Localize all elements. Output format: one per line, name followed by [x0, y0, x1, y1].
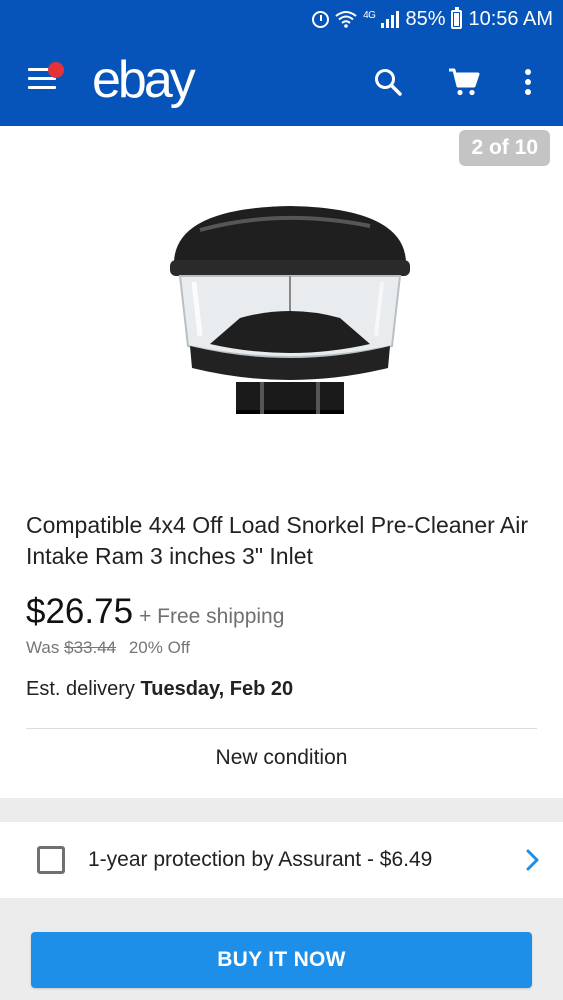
- was-price: $33.44: [64, 638, 117, 657]
- original-price-row: Was $33.44 20% Off: [26, 638, 190, 658]
- battery-fill: [454, 12, 460, 26]
- protection-plan-row[interactable]: 1-year protection by Assurant - $6.49: [0, 822, 563, 898]
- menu-button[interactable]: [28, 62, 64, 96]
- chevron-right-icon[interactable]: [525, 848, 541, 872]
- condition-label: New condition: [215, 746, 348, 769]
- alarm-icon: [312, 10, 330, 28]
- more-vert-icon: [525, 69, 531, 95]
- buy-it-now-button[interactable]: BUY IT NOW: [31, 932, 532, 988]
- price: $26.75: [26, 592, 134, 631]
- shipping-info: + Free shipping: [139, 605, 285, 628]
- delivery-prefix: Est. delivery: [26, 678, 135, 700]
- product-title: Compatible 4x4 Off Load Snorkel Pre-Clea…: [26, 512, 529, 569]
- network-type-label: 4G: [363, 9, 376, 21]
- image-gallery[interactable]: 2 of 10: [0, 126, 563, 496]
- battery-percent: 85%: [405, 7, 446, 30]
- battery-icon: [451, 6, 463, 29]
- delivery-date: Tuesday, Feb 20: [140, 678, 294, 700]
- was-label: Was: [26, 638, 60, 657]
- protection-checkbox[interactable]: [37, 846, 65, 874]
- signal-icon: [381, 10, 400, 28]
- cart-icon: [449, 68, 480, 96]
- notification-dot: [48, 62, 64, 78]
- discount-label: 20% Off: [128, 638, 190, 657]
- wifi-icon: [335, 11, 357, 28]
- menu-icon-line: [28, 86, 56, 89]
- image-counter: 2 of 10: [459, 130, 550, 166]
- search-button[interactable]: [368, 62, 408, 102]
- product-card: 2 of 10 Compatible 4x4 Off Load Snorkel …: [0, 126, 563, 798]
- search-icon: [375, 69, 402, 96]
- divider: [26, 728, 537, 729]
- menu-icon-line: [28, 77, 56, 80]
- cart-button[interactable]: [444, 62, 484, 102]
- product-image[interactable]: [160, 186, 420, 426]
- status-bar: 4G 85% 10:56 AM: [0, 0, 563, 38]
- clock: 10:56 AM: [468, 7, 553, 30]
- ebay-logo[interactable]: ebay: [92, 50, 196, 110]
- protection-label: 1-year protection by Assurant - $6.49: [88, 848, 433, 871]
- delivery-estimate: Est. delivery Tuesday, Feb 20: [26, 678, 293, 701]
- price-row: $26.75 + Free shipping: [26, 592, 284, 632]
- app-bar: ebay: [0, 38, 563, 126]
- more-options-button[interactable]: [508, 62, 548, 102]
